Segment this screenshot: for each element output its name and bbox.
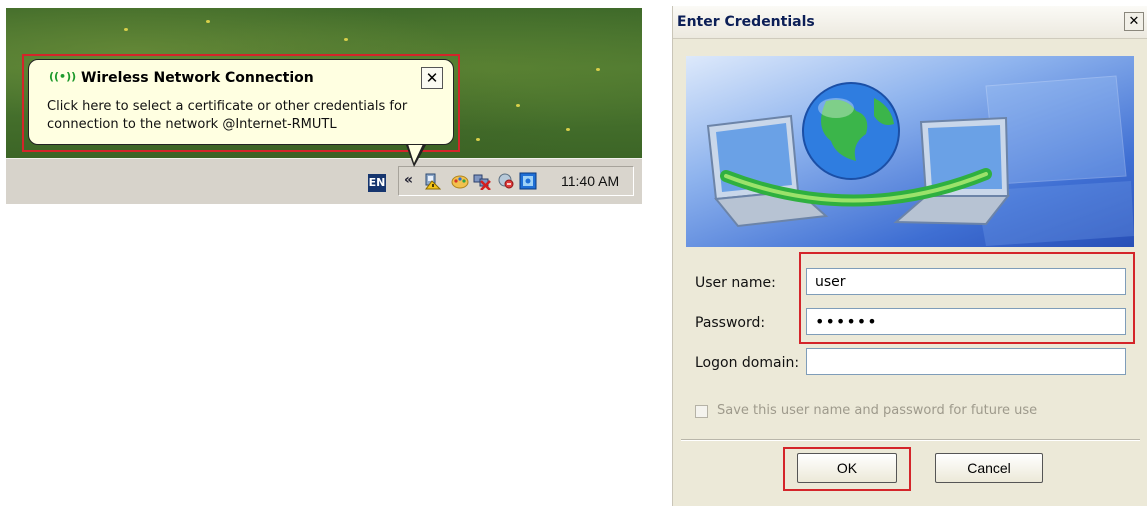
messenger-icon[interactable] [497,172,515,190]
system-tray: EN « 11:40 AM [368,166,634,196]
dialog-divider [681,439,1140,441]
username-label: User name: [695,275,776,291]
balloon-tail-fill [408,144,423,163]
dialog-close-button[interactable]: ✕ [1124,12,1144,31]
network-illustration [706,75,1134,246]
balloon-title: Wireless Network Connection [81,70,314,86]
wireless-signal-icon: ((•)) [49,70,77,83]
decor-speck [596,68,600,71]
balloon-close-button[interactable]: ✕ [421,67,443,89]
paint-icon[interactable] [451,172,469,190]
ok-button[interactable]: OK [797,453,897,483]
dialog-titlebar[interactable]: Enter Credentials ✕ [673,6,1147,39]
save-credentials-label: Save this user name and password for fut… [717,403,1038,418]
logon-domain-field[interactable] [806,348,1126,375]
app-icon[interactable] [519,172,537,190]
decor-speck [206,20,210,23]
decor-speck [124,28,128,31]
password-field[interactable] [806,308,1126,335]
decor-speck [516,104,520,107]
network-banner-image [686,56,1134,247]
dialog-title: Enter Credentials [677,14,815,30]
taskbar: EN « 11:40 AM [6,158,642,204]
decor-speck [476,138,480,141]
cancel-button[interactable]: Cancel [935,453,1043,483]
taskbar-screenshot: EN « 11:40 AM ((•)) Wireless Network Con… [6,8,642,204]
system-clock[interactable]: 11:40 AM [561,173,619,189]
notification-balloon[interactable]: ((•)) Wireless Network Connection ✕ Clic… [28,59,454,145]
logon-domain-label: Logon domain: [695,355,800,371]
decor-speck [566,128,570,131]
language-indicator[interactable]: EN [368,174,386,192]
network-warning-icon[interactable] [423,172,441,190]
username-field[interactable] [806,268,1126,295]
save-credentials-checkbox[interactable] [695,405,708,418]
tray-expand-button[interactable]: « [404,172,413,188]
network-disconnected-icon[interactable] [473,172,491,190]
enter-credentials-dialog: Enter Credentials ✕ User name: user Pass… [672,6,1147,506]
decor-speck [344,38,348,41]
balloon-message[interactable]: Click here to select a certificate or ot… [47,98,447,134]
password-label: Password: [695,315,766,331]
